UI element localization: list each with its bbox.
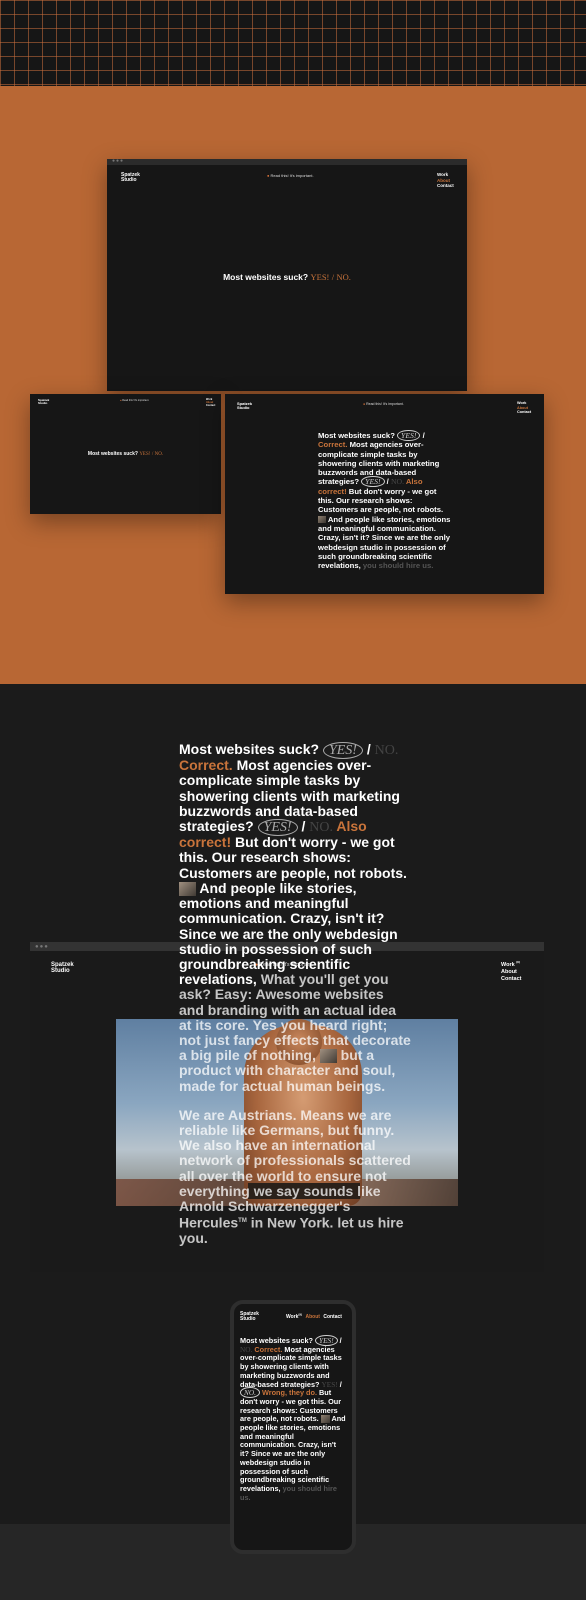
decorative-grid-band: [0, 0, 586, 86]
intro-paragraph: Most websites suck? YES! / Correct. Most…: [318, 430, 451, 571]
desktop-window-small: Spatzek Studio ● Read this! It's importan…: [30, 394, 221, 514]
inline-thumbnail-image: [318, 516, 326, 524]
site-nav: Work About Contact: [206, 398, 215, 407]
intro-paragraph-large: Most websites suck? YES! / NO. Correct. …: [179, 741, 411, 1247]
nav-contact[interactable]: Contact: [437, 183, 454, 189]
nav-about[interactable]: About: [501, 969, 521, 976]
hero-headline: Most websites suck? YES! / NO.: [223, 272, 351, 282]
site-logo[interactable]: Spatzek Studio: [240, 1312, 259, 1322]
site-logo[interactable]: Spatzek Studio: [237, 402, 252, 410]
nav-work[interactable]: Work (9): [501, 960, 521, 969]
desktop-window-medium: Spatzek Studio ● Read this! It's importan…: [225, 394, 544, 594]
nav-contact[interactable]: Contact: [501, 976, 521, 983]
notice-banner[interactable]: ● Read this! It's important.: [120, 399, 149, 402]
inline-thumbnail-image: [319, 1049, 337, 1064]
nav-about[interactable]: About: [305, 1314, 319, 1320]
mobile-phone-mockup: Spatzek Studio Work(9) About Contact Most…: [230, 1300, 356, 1554]
nav-work[interactable]: Work(9): [286, 1312, 302, 1320]
site-logo[interactable]: Spatzek Studio: [51, 962, 74, 974]
window-controls: ●●●: [35, 944, 49, 950]
nav-contact[interactable]: Contact: [323, 1314, 342, 1320]
site-nav: Work (9) About Contact: [501, 960, 521, 983]
site-logo[interactable]: Spatzek Studio: [38, 399, 49, 405]
mobile-nav: Work(9) About Contact: [286, 1312, 342, 1320]
site-logo[interactable]: Spatzek Studio: [121, 173, 140, 183]
inline-thumbnail-image: [179, 882, 196, 897]
mobile-intro-paragraph: Most websites suck? YES! / NO. Correct. …: [240, 1335, 346, 1502]
site-nav: Work About Contact: [517, 401, 531, 415]
hero-headline: Most websites suck? YES! / NO.: [87, 451, 164, 457]
notice-banner[interactable]: ● Read this! It's important.: [363, 402, 404, 406]
notice-banner[interactable]: ● Read this! It's important.: [267, 173, 314, 178]
desktop-window-large: ●●● Spatzek Studio ● Read this! It's impo…: [107, 159, 467, 391]
window-controls: ●●●: [112, 159, 125, 164]
window-titlebar: ●●●: [107, 159, 467, 165]
notice-dot-icon: ●: [267, 173, 270, 178]
notice-dot-icon: ●: [363, 402, 366, 406]
nav-contact[interactable]: Contact: [517, 410, 531, 415]
nav-contact[interactable]: Contact: [206, 404, 215, 407]
site-nav: Work About Contact: [437, 172, 454, 189]
